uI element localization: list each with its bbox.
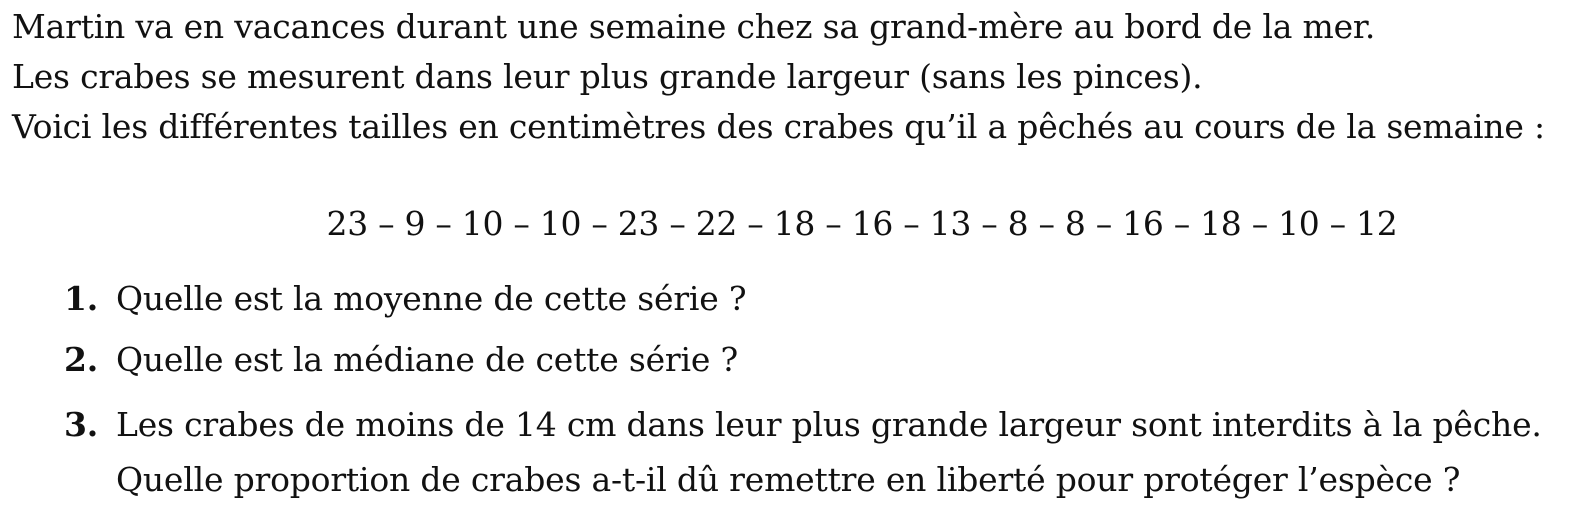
question-text-continuation: Quelle proportion de crabes a-t-il dû re… bbox=[116, 460, 1461, 499]
question-number: 3. bbox=[64, 405, 99, 444]
question-number: 1. bbox=[64, 279, 99, 318]
intro-line-1: Martin va en vacances durant une semaine… bbox=[12, 7, 1376, 46]
exercise-page: Martin va en vacances durant une semaine… bbox=[0, 0, 1588, 525]
crab-sizes-series: 23 – 9 – 10 – 10 – 23 – 22 – 18 – 16 – 1… bbox=[326, 204, 1398, 243]
question-text: Quelle est la moyenne de cette série ? bbox=[116, 279, 747, 318]
question-number: 2. bbox=[64, 340, 99, 379]
intro-line-3: Voici les différentes tailles en centimè… bbox=[12, 107, 1545, 146]
question-text: Les crabes de moins de 14 cm dans leur p… bbox=[116, 405, 1542, 444]
question-text: Quelle est la médiane de cette série ? bbox=[116, 340, 738, 379]
intro-line-2: Les crabes se mesurent dans leur plus gr… bbox=[12, 57, 1203, 96]
